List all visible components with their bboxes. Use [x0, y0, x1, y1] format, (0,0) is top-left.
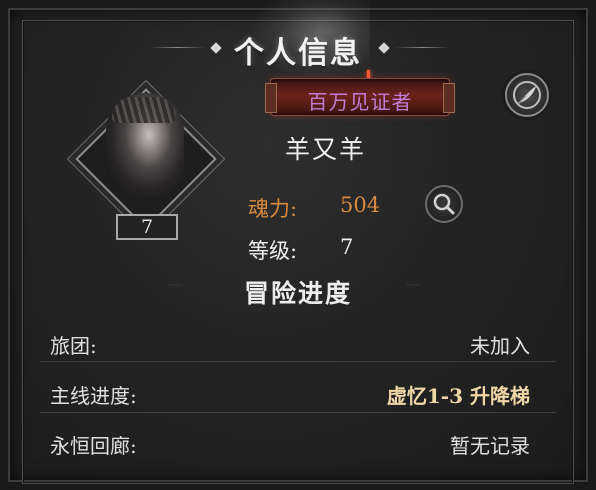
search-icon: [433, 193, 455, 215]
avatar-frame[interactable]: 7: [75, 88, 217, 243]
feather-icon: [513, 81, 541, 109]
guild-label: 旅团:: [50, 334, 97, 358]
adventure-progress-title: 冒险进度: [243, 279, 352, 308]
badge-text: 百万见证者: [307, 90, 413, 114]
main-progress-label: 主线进度:: [50, 384, 137, 408]
row-divider: [40, 361, 556, 362]
avatar-level-box: 7: [116, 214, 178, 240]
section-ornament-right: [405, 284, 421, 286]
avatar-headdress: [112, 97, 176, 123]
soul-power-label: 魂力:: [248, 197, 298, 221]
guild-value: 未加入: [470, 334, 530, 358]
main-progress-value: 虚忆1-3 升降梯: [386, 384, 530, 408]
eternal-corridor-value: 暂无记录: [450, 434, 530, 458]
panel-title: 个人信息: [234, 36, 362, 71]
level-value: 7: [340, 235, 354, 259]
level-label: 等级:: [248, 239, 298, 263]
title-ornament-right-line: [395, 47, 450, 48]
soul-power-value: 504: [340, 193, 381, 217]
edit-profile-button[interactable]: [505, 73, 549, 117]
profile-panel: 个人信息 7 百万见证者 羊又羊 魂力: 504 等级: 7 冒险进度 旅团: …: [0, 0, 596, 490]
eternal-corridor-label: 永恒回廊:: [50, 434, 137, 458]
soul-power-details-button[interactable]: [425, 185, 463, 223]
title-badge[interactable]: 百万见证者: [265, 78, 455, 116]
player-name: 羊又羊: [285, 135, 367, 164]
row-divider: [40, 412, 556, 413]
